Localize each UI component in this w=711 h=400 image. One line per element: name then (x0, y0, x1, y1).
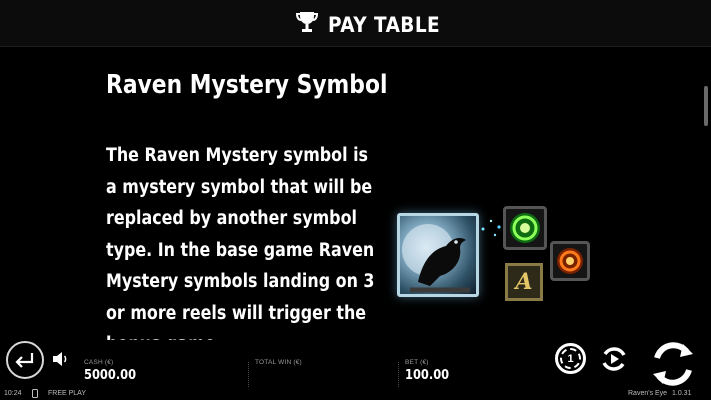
bet-label: BET (€) (405, 359, 429, 366)
clock-text: 10:24 (4, 390, 22, 397)
autoplay-icon (602, 347, 626, 371)
return-arrow-icon (15, 353, 34, 368)
back-button[interactable] (6, 341, 44, 379)
section-title: Raven Mystery Symbol (106, 70, 388, 100)
divider (248, 362, 249, 387)
header-title-group: PAY TABLE (295, 10, 455, 39)
bet-display: BET (€) 100.00 (405, 359, 455, 384)
game-name-text: Raven's Eye (628, 390, 668, 397)
spin-button[interactable] (649, 340, 697, 388)
total-win-label: TOTAL WIN (€) (255, 359, 302, 366)
cash-display: CASH (€) 5000.00 (84, 359, 143, 384)
game-footer: CASH (€) 5000.00 TOTAL WIN (€) BET (€) 1… (0, 340, 711, 400)
total-win-display: TOTAL WIN (€) (255, 359, 302, 384)
raven-symbol-tile (397, 213, 479, 297)
play-mode-text: FREE PLAY (48, 390, 86, 397)
sound-button[interactable] (52, 351, 70, 367)
section-description: The Raven Mystery symbol is a mystery sy… (106, 145, 375, 355)
a-letter-symbol: A (505, 263, 543, 301)
coin-icon: 1 (560, 348, 581, 369)
speaker-icon (53, 352, 67, 366)
autoplay-button[interactable] (599, 344, 629, 374)
raven-symbol-artwork: A (395, 203, 595, 323)
paytable-content[interactable]: Raven Mystery Symbol The Raven Mystery s… (0, 48, 711, 355)
raven-icon (402, 224, 470, 293)
coin-value-button[interactable]: 1 (555, 343, 586, 374)
header-bar: PAY TABLE (0, 0, 711, 47)
cash-value: 5000.00 (84, 368, 137, 383)
coin-value: 1 (567, 352, 574, 365)
page-title: PAY TABLE (328, 12, 441, 37)
spin-arrows-icon (653, 342, 693, 386)
bet-value: 100.00 (405, 368, 450, 383)
version-text: 1.0.31 (672, 390, 692, 397)
trophy-icon (295, 10, 319, 39)
scrollbar-thumb[interactable] (704, 86, 708, 126)
cash-label: CASH (€) (84, 359, 114, 366)
orange-rune-symbol (550, 241, 590, 281)
green-rune-symbol (503, 206, 547, 250)
divider (398, 362, 399, 387)
phone-icon (32, 389, 38, 400)
